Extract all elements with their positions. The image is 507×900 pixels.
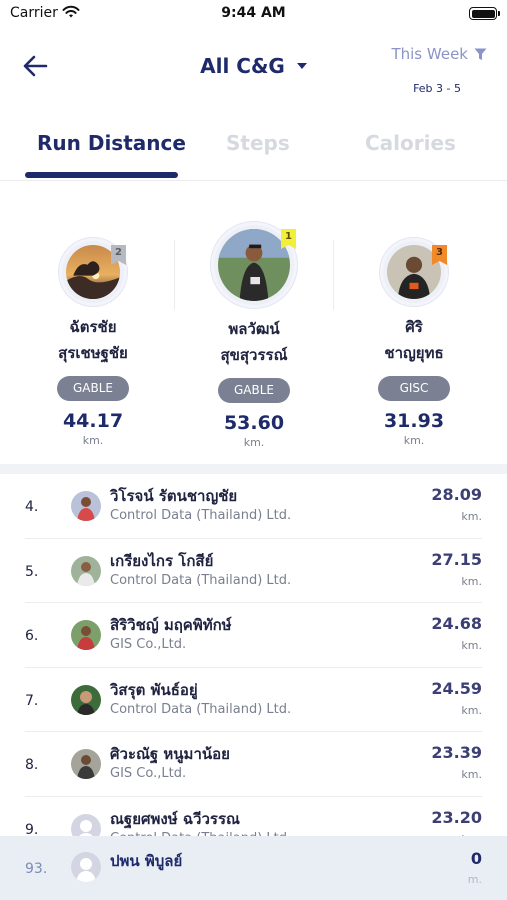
rank-badge: 1 <box>281 229 296 249</box>
list-unit: km. <box>461 574 482 588</box>
current-user-value: 0 <box>470 849 482 868</box>
list-name: สิริวิชญ์ มฤคพิทักษ์ <box>110 616 232 634</box>
avatar: 1 <box>211 222 297 308</box>
tab-calories[interactable]: Calories <box>365 131 456 155</box>
list-name: วิโรจน์ รัตนชาญชัย <box>110 487 238 505</box>
list-value: 27.15 <box>431 549 482 569</box>
podium-last-name: สุรเชษฐชัย <box>58 344 128 362</box>
group-selector[interactable]: All C&G <box>200 54 307 78</box>
list-item[interactable]: 8. ศิวะณัฐ หนูมาน้อย GIS Co.,Ltd. 23.39 … <box>25 732 482 797</box>
avatar <box>71 620 101 650</box>
podium-card-first[interactable]: 1 พลวัฒน์ สุขสุวรรณ์ GABLE 53.60 km. <box>179 222 329 449</box>
list-item[interactable]: 7. วิสรุต พันธ์อยู่ Control Data (Thaila… <box>25 668 482 732</box>
status-time: 9:44 AM <box>221 5 286 21</box>
list-unit: km. <box>461 703 482 717</box>
podium-unit: km. <box>403 434 425 447</box>
section-separator <box>0 464 507 474</box>
list-value: 28.09 <box>431 485 482 504</box>
podium-name: ฉัตรชัย สุรเชษฐชัย <box>18 314 168 366</box>
current-user-name: ปพน พิบูลย์ <box>110 852 183 870</box>
group-pill: GABLE <box>57 376 129 401</box>
group-pill: GISC <box>378 376 450 401</box>
page-title: All C&G <box>200 54 285 78</box>
podium-divider <box>333 240 334 310</box>
list-rank: 6. <box>25 628 39 644</box>
podium: 2 ฉัตรชัย สุรเชษฐชัย GABLE 44.17 km. 1 พ… <box>0 182 507 464</box>
rank-badge: 3 <box>432 245 447 265</box>
status-bar: Carrier 9:44 AM <box>0 0 507 28</box>
current-user-rank: 93. <box>25 861 48 877</box>
list-name: ณฐยศพงษ์ ฉวีวรรณ <box>110 809 240 828</box>
list-company: Control Data (Thailand) Ltd. <box>110 508 292 523</box>
podium-value: 31.93 <box>383 410 445 432</box>
list-company: GIS Co.,Ltd. <box>110 766 187 781</box>
period-filter-button[interactable]: This Week <box>391 45 487 63</box>
list-company: Control Data (Thailand) Ltd. <box>110 701 292 717</box>
podium-unit: km. <box>243 436 265 449</box>
avatar: 2 <box>59 238 127 306</box>
avatar: 3 <box>380 238 448 306</box>
current-user-unit: m. <box>467 873 482 886</box>
podium-name: พลวัฒน์ สุขสุวรรณ์ <box>179 316 329 368</box>
list-rank: 8. <box>25 757 39 773</box>
nav-bar: All C&G This Week Feb 3 - 5 <box>0 38 507 98</box>
list-item[interactable]: 4. วิโรจน์ รัตนชาญชัย Control Data (Thai… <box>25 474 482 539</box>
list-item[interactable]: 5. เกรียงไกร โกสีย์ Control Data (Thaila… <box>25 539 482 603</box>
podium-first-name: ฉัตรชัย <box>69 318 117 336</box>
list-name: เกรียงไกร โกสีย์ <box>110 551 214 570</box>
avatar <box>71 749 101 779</box>
podium-last-name: สุขสุวรรณ์ <box>220 346 288 364</box>
list-value: 24.59 <box>431 678 482 698</box>
podium-value: 44.17 <box>62 410 124 432</box>
funnel-icon <box>474 48 487 60</box>
list-value: 23.39 <box>431 743 482 762</box>
list-value: 24.68 <box>431 614 482 633</box>
metric-tabs: Run Distance Steps Calories <box>0 123 507 181</box>
list-rank: 5. <box>25 563 39 580</box>
podium-divider <box>174 240 175 310</box>
list-unit: km. <box>461 639 482 652</box>
list-name: ศิวะณัฐ หนูมาน้อย <box>110 745 230 763</box>
leaderboard-list: 4. วิโรจน์ รัตนชาญชัย Control Data (Thai… <box>0 474 507 861</box>
avatar <box>71 684 101 715</box>
caret-down-icon <box>296 63 307 69</box>
avatar <box>71 555 101 586</box>
podium-unit: km. <box>82 434 104 447</box>
list-company: Control Data (Thailand) Ltd. <box>110 572 292 588</box>
podium-card-third[interactable]: 3 ศิริ ชาญยุทธ GISC 31.93 km. <box>339 238 489 447</box>
list-unit: km. <box>461 510 482 523</box>
list-name: วิสรุต พันธ์อยู่ <box>110 680 198 699</box>
current-user-row[interactable]: 93. ปพน พิบูลย์ 0 m. <box>0 836 507 900</box>
podium-last-name: ชาญยุทธ <box>384 344 444 362</box>
podium-card-second[interactable]: 2 ฉัตรชัย สุรเชษฐชัย GABLE 44.17 km. <box>18 238 168 447</box>
podium-first-name: ศิริ <box>405 318 423 336</box>
date-range: Feb 3 - 5 <box>413 82 461 95</box>
list-unit: km. <box>461 768 482 781</box>
list-rank: 7. <box>25 692 39 709</box>
tab-run-distance[interactable]: Run Distance <box>37 131 186 155</box>
active-tab-indicator <box>25 172 178 178</box>
list-value: 23.20 <box>431 807 482 827</box>
podium-first-name: พลวัฒน์ <box>228 320 280 338</box>
podium-name: ศิริ ชาญยุทธ <box>339 314 489 366</box>
list-rank: 4. <box>25 499 39 515</box>
group-pill: GABLE <box>218 378 290 403</box>
back-arrow-icon[interactable] <box>20 51 50 81</box>
tab-steps[interactable]: Steps <box>226 131 290 155</box>
period-filter-label: This Week <box>391 45 468 63</box>
battery-icon <box>469 7 500 20</box>
list-item[interactable]: 6. สิริวิชญ์ มฤคพิทักษ์ GIS Co.,Ltd. 24.… <box>25 603 482 668</box>
rank-badge: 2 <box>111 245 126 265</box>
podium-value: 53.60 <box>223 412 285 434</box>
avatar <box>71 491 101 521</box>
avatar-photo <box>218 229 290 301</box>
list-company: GIS Co.,Ltd. <box>110 637 187 652</box>
avatar-placeholder-icon <box>71 852 101 882</box>
